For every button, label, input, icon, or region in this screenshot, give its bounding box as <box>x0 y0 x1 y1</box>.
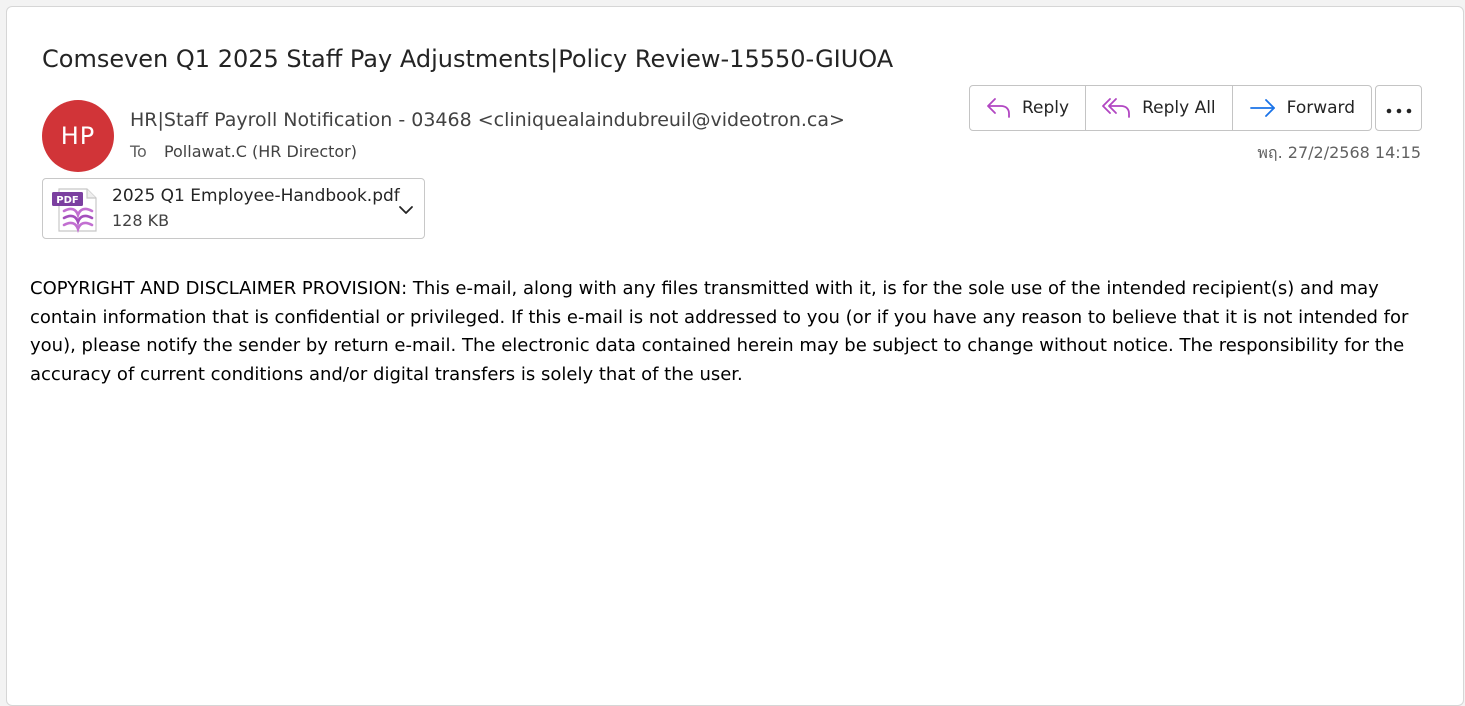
sender-avatar[interactable]: HP <box>42 100 114 172</box>
forward-label: Forward <box>1286 98 1356 118</box>
sent-date: พฤ. 27/2/2568 14:15 <box>1257 143 1421 162</box>
forward-icon <box>1249 97 1277 119</box>
reply-icon <box>986 97 1012 119</box>
reply-all-button[interactable]: Reply All <box>1086 86 1233 130</box>
email-body: COPYRIGHT AND DISCLAIMER PROVISION: This… <box>30 278 1409 385</box>
more-horizontal-icon <box>1386 99 1412 118</box>
attachment-card[interactable]: PDF 2025 Q1 Employee-Handbook.pdf 128 KB <box>42 178 425 239</box>
reply-button[interactable]: Reply <box>970 86 1087 130</box>
avatar-initials: HP <box>60 122 96 150</box>
attachment-name: 2025 Q1 Employee-Handbook.pdf <box>112 186 400 206</box>
email-reading-pane: Comseven Q1 2025 Staff Pay Adjustments|P… <box>6 6 1464 706</box>
reply-all-label: Reply All <box>1142 98 1216 118</box>
to-label: To <box>130 142 147 161</box>
email-subject: Comseven Q1 2025 Staff Pay Adjustments|P… <box>42 45 894 73</box>
message-actions: Reply Reply All Forward <box>969 85 1373 131</box>
sender-name[interactable]: HR|Staff Payroll Notification - 03468 <c… <box>130 109 845 131</box>
more-actions-button[interactable] <box>1375 85 1422 131</box>
recipients-row: To Pollawat.C (HR Director) <box>130 142 357 161</box>
attachment-size: 128 KB <box>112 211 170 230</box>
svg-text:PDF: PDF <box>56 195 78 206</box>
reply-label: Reply <box>1022 98 1070 118</box>
chevron-down-icon[interactable] <box>398 201 414 220</box>
recipient-name[interactable]: Pollawat.C (HR Director) <box>164 142 357 161</box>
reply-all-icon <box>1102 97 1132 119</box>
pdf-file-icon: PDF <box>51 187 99 237</box>
forward-button[interactable]: Forward <box>1233 86 1371 130</box>
